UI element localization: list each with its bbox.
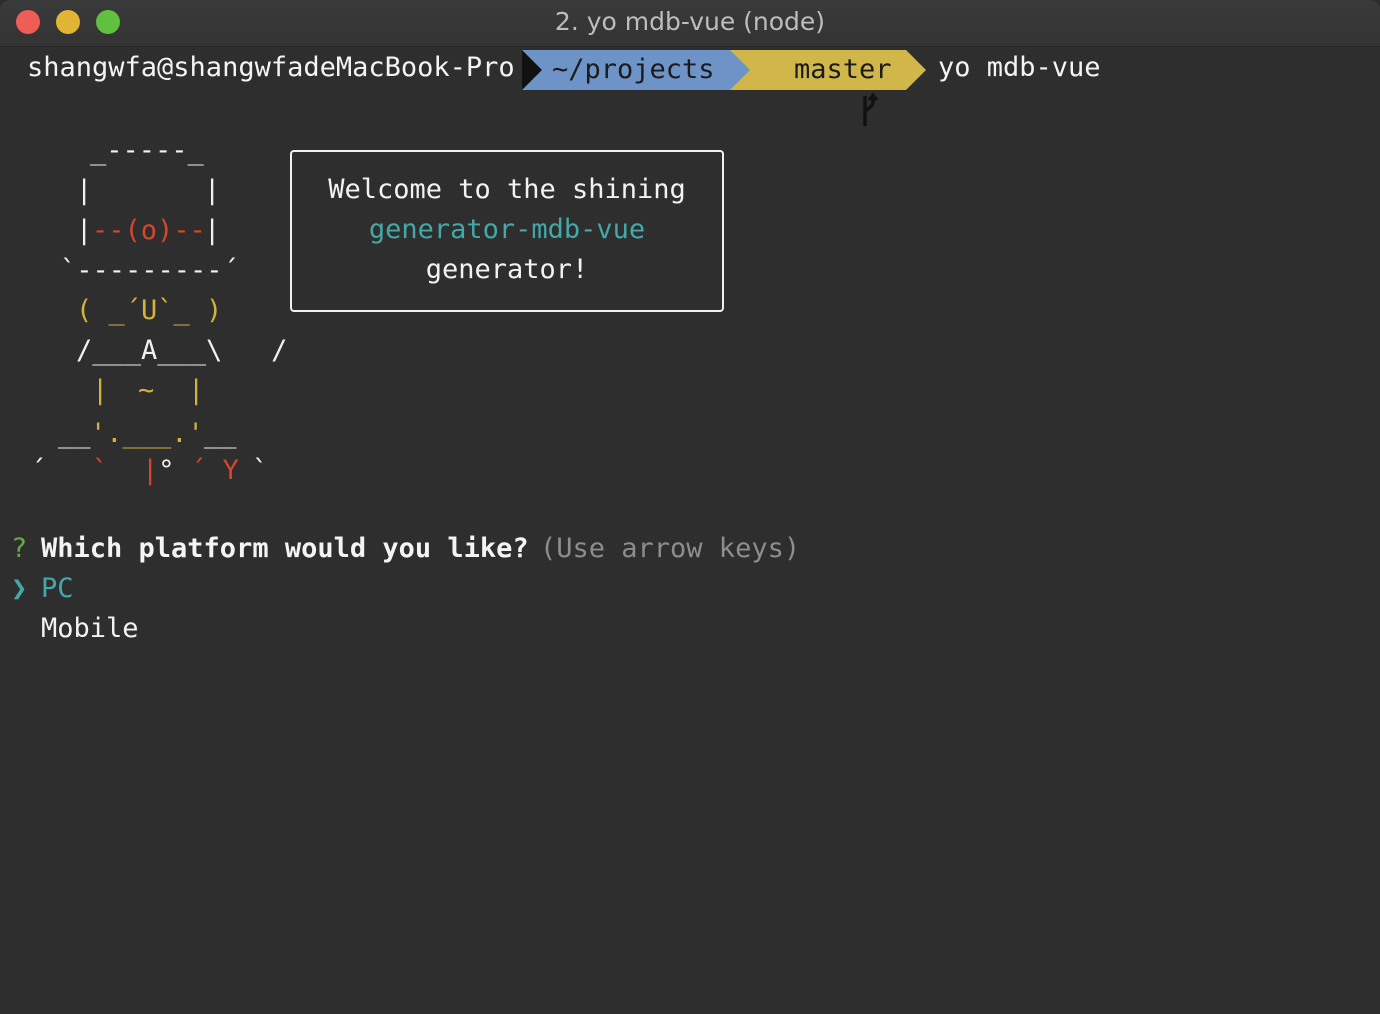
art-line-8-b: '.___.' [90, 418, 204, 449]
segment-separator [906, 50, 926, 90]
art-line-7-right: | [188, 375, 205, 406]
segment-separator [522, 50, 542, 90]
selection-pointer-icon: ❯ [11, 573, 28, 604]
art-line-9-e: ` [252, 455, 269, 486]
window-title: 2. yo mdb-vue (node) [554, 7, 826, 36]
welcome-generator-name: generator-mdb-vue [368, 214, 646, 245]
prompt-user-host: shangwfa@shangwfadeMacBook-Pro [27, 52, 515, 83]
question-hint: (Use arrow keys) [540, 533, 801, 564]
art-line-3-right: | [204, 215, 221, 246]
art-line-3-eye: --(o)-- [92, 215, 206, 246]
option-pc[interactable]: PC [41, 573, 74, 604]
prompt-git-segment: master [730, 50, 906, 126]
welcome-line-3: generator! [425, 254, 589, 285]
art-line-2-left: | [76, 175, 93, 206]
art-line-7-mid: ~ [138, 375, 155, 406]
question-text: Which platform would you like? [41, 533, 529, 564]
title-bar[interactable]: 2. yo mdb-vue (node) [0, 0, 1380, 47]
art-line-5-face: ( _´U`_ ) [76, 295, 223, 326]
prompt-directory: ~/projects [552, 54, 715, 85]
art-line-8-c: __ [204, 418, 237, 449]
art-line-9-a: ´ [30, 455, 47, 486]
segment-separator [730, 50, 750, 90]
prompt-command: yo mdb-vue [938, 52, 1101, 83]
art-line-9-b: ` [92, 455, 109, 486]
prompt-directory-segment: ~/projects [522, 50, 730, 90]
art-line-4: `---------´ [60, 255, 239, 286]
terminal-window: 2. yo mdb-vue (node) shangwfa@shangwfade… [0, 0, 1380, 1014]
art-line-3-left: | [76, 215, 93, 246]
art-line-2-right: | [204, 175, 221, 206]
art-line-9-c: |° [142, 455, 175, 486]
git-branch-name: master [794, 54, 892, 85]
welcome-box: Welcome to the shining generator-mdb-vue… [290, 150, 724, 312]
art-line-6: /___A___\ / [76, 335, 288, 366]
welcome-line-1: Welcome to the shining [328, 174, 686, 205]
art-line-1: _-----_ [90, 135, 204, 166]
option-mobile[interactable]: Mobile [41, 613, 139, 644]
art-line-9-d: ´ Y [190, 455, 239, 486]
art-line-8-a: __ [58, 418, 91, 449]
question-mark: ? [11, 533, 28, 564]
art-line-7-left: | [92, 375, 109, 406]
